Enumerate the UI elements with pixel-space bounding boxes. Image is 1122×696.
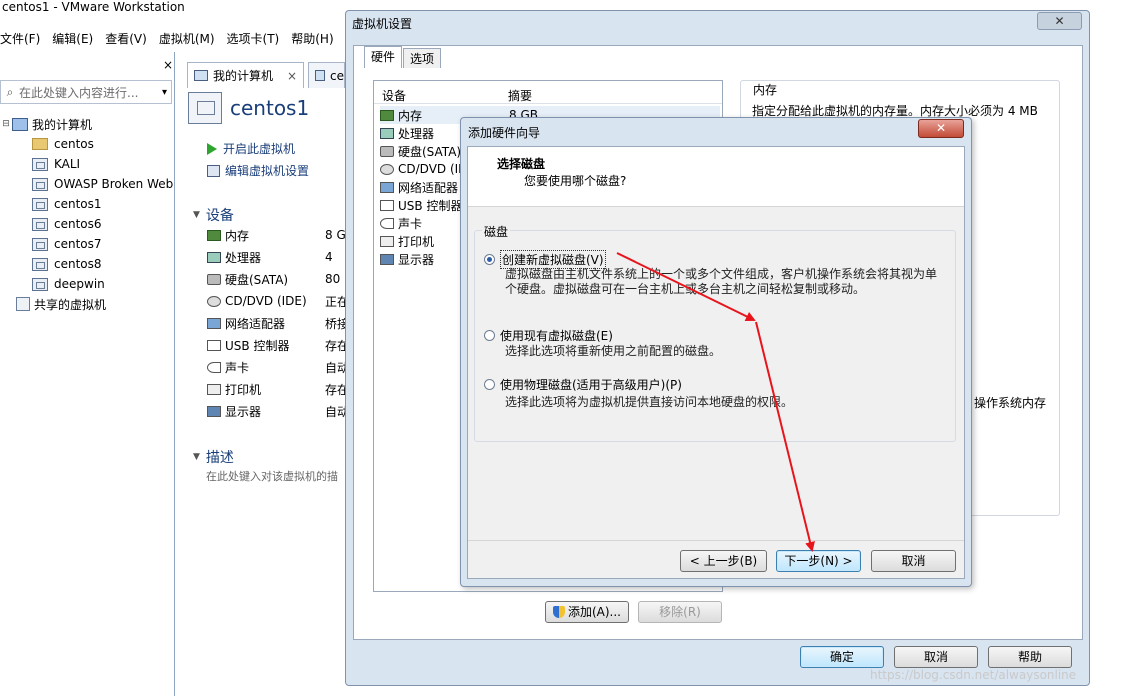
annotation-arrows <box>616 252 815 552</box>
annotation-arrow-1 <box>616 252 756 321</box>
annotation-arrow-2 <box>755 321 815 552</box>
watermark: https://blog.csdn.net/alwaysonline <box>870 668 1077 682</box>
